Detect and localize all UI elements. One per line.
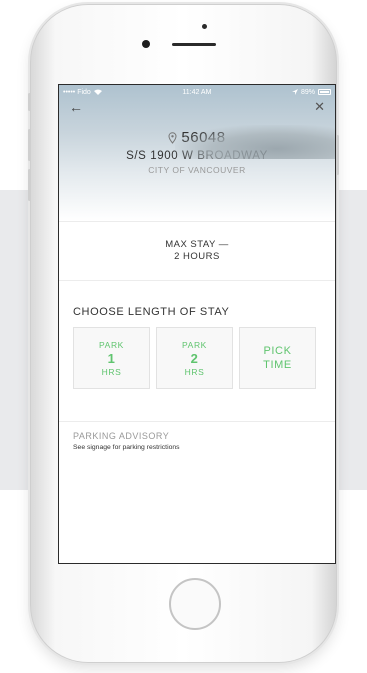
park-1-hr-button[interactable]: PARK 1 HRS: [73, 327, 150, 389]
status-bar: ••••• Fido 11:42 AM 89%: [59, 85, 335, 99]
status-time: 11:42 AM: [182, 88, 212, 96]
mute-switch: [28, 93, 31, 111]
max-stay-label: MAX STAY —: [165, 239, 229, 250]
power-button: [336, 135, 339, 175]
option-unit: HRS: [184, 366, 205, 377]
pick-time-line2: TIME: [263, 359, 292, 371]
location-icon: [291, 89, 298, 95]
park-2-hrs-button[interactable]: PARK 2 HRS: [156, 327, 233, 389]
earpiece-speaker: [172, 43, 216, 46]
advisory-title: PARKING ADVISORY: [73, 431, 170, 441]
nav-bar: ← ✕: [59, 99, 335, 115]
max-stay-info: MAX STAY — 2 HOURS: [59, 222, 335, 280]
wifi-icon: [93, 89, 102, 95]
option-value: 1: [107, 350, 116, 366]
pick-time-line1: PICK: [263, 345, 292, 357]
length-of-stay-options: PARK 1 HRS PARK 2 HRS PICK TIME: [73, 327, 335, 389]
battery-percent: 89%: [300, 88, 315, 96]
volume-up-button: [28, 129, 31, 161]
pick-time-button[interactable]: PICK TIME: [239, 327, 316, 389]
header: ••••• Fido 11:42 AM 89% ← ✕ S/S 1900 CIT…: [59, 85, 335, 221]
max-stay-value: 2 HOURS: [174, 251, 220, 262]
advisory-text: See signage for parking restrictions: [73, 444, 180, 451]
divider: [59, 280, 335, 281]
volume-down-button: [28, 169, 31, 201]
divider: [59, 421, 335, 422]
option-label: PARK: [182, 339, 207, 350]
option-unit: HRS: [101, 366, 122, 377]
back-arrow-icon[interactable]: ←: [69, 99, 83, 115]
option-value: 2: [190, 350, 199, 366]
home-button[interactable]: [169, 578, 221, 630]
option-label: PARK: [99, 339, 124, 350]
zone-city: CITY OF VANCOUVER: [148, 165, 246, 175]
length-of-stay-title: CHOOSE LENGTH OF STAY: [73, 306, 230, 318]
proximity-sensor: [202, 24, 207, 29]
battery-icon: [318, 89, 331, 95]
close-icon[interactable]: ✕: [314, 99, 325, 115]
app-screen: ••••• Fido 11:42 AM 89% ← ✕ S/S 1900 CIT…: [58, 84, 336, 564]
header-landscape: [175, 125, 335, 159]
carrier-label: ••••• Fido: [63, 88, 91, 96]
front-camera: [142, 40, 150, 48]
